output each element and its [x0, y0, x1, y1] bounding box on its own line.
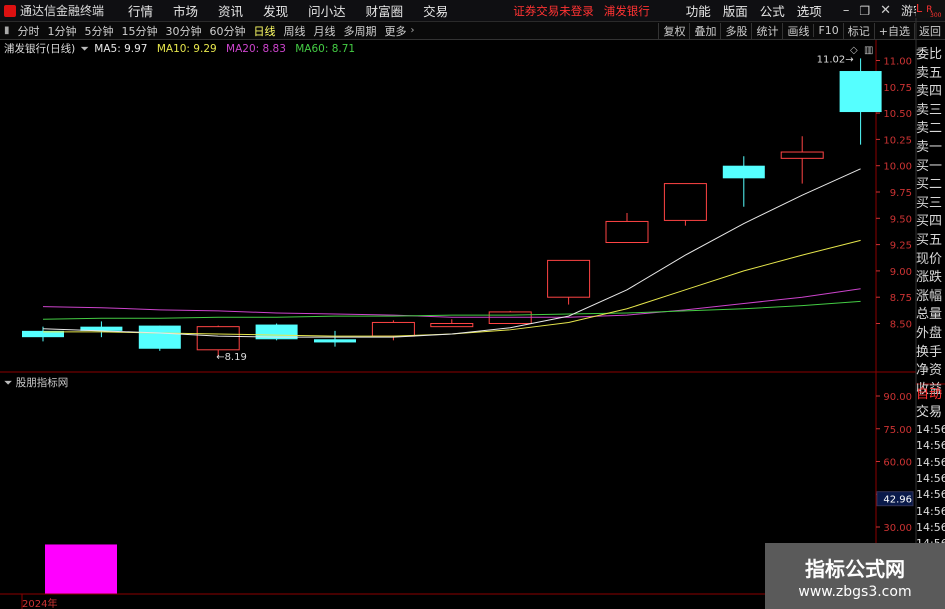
indicator-tick-label: 30.00: [883, 523, 912, 534]
watermark-url: www.zbgs3.com: [798, 584, 912, 600]
price-tick-label: 10.25: [883, 135, 912, 146]
sidebar-label-15: 外盘: [916, 325, 943, 341]
candle-body-up: [605, 220, 649, 243]
tick-time: 14:56: [916, 504, 945, 518]
candle-body-down: [722, 165, 765, 179]
x-axis-year-label: 2024年: [22, 597, 57, 609]
price-tick-label: 10.75: [883, 83, 912, 94]
corner-number: 300: [930, 12, 942, 19]
options-icon: ▥: [864, 45, 873, 56]
sidebar-label-2: 卖四: [916, 84, 943, 100]
ma-legend: 浦发银行(日线) ⏷ MA5: 9.97 MA10: 9.29 MA20: 8.…: [4, 41, 355, 56]
sidebar-label-13: 涨幅: [916, 288, 943, 304]
tick-time: 14:56: [916, 423, 945, 436]
dropdown-icon[interactable]: ⏷: [81, 43, 89, 55]
auto-trade-panel[interactable]: 自动 交易: [916, 386, 945, 422]
current-value-label: 42.96: [883, 495, 912, 506]
ma5-label: MA5: 9.97: [94, 43, 148, 55]
auto-trade-label-1[interactable]: 交易: [916, 404, 945, 422]
watermark: 指标公式网 www.zbgs3.com: [765, 543, 945, 609]
sidebar-label-1: 卖五: [916, 65, 943, 81]
price-tick-label: 9.75: [890, 188, 912, 199]
tick-time: 14:56: [916, 471, 945, 485]
sidebar-label-7: 买二: [916, 177, 943, 193]
tick-time: 14:56: [916, 520, 945, 534]
candle-body-up: [371, 321, 415, 337]
stock-chart-title: 浦发银行(日线): [4, 43, 76, 55]
sidebar-label-12: 涨跌: [916, 270, 943, 286]
price-tick-label: 10.50: [883, 109, 912, 120]
indicator-name: 股朋指标网: [15, 377, 69, 389]
price-tick-label: 9.50: [890, 214, 912, 225]
sidebar-label-8: 买三: [916, 195, 943, 211]
candle-body-up: [663, 183, 707, 221]
candle-body-down: [839, 71, 882, 113]
sidebar-label-5: 卖一: [916, 139, 943, 155]
tick-time: 14:56: [916, 439, 945, 453]
tick-time: 14:56: [916, 455, 945, 469]
sidebar-label-4: 卖二: [916, 121, 943, 137]
ma60-label: MA60: 8.71: [295, 43, 356, 55]
ma5-line: [42, 168, 861, 338]
price-tick-label: 9.00: [890, 267, 912, 278]
trading-terminal: 通达信金融终端 行情 市场 资讯 发现 问小达 财富圈 交易 证券交易未登录 浦…: [0, 0, 945, 609]
sidebar-label-16: 换手: [916, 344, 943, 360]
candle-body-up: [430, 323, 474, 328]
auto-trade-label-0[interactable]: 自动: [916, 386, 945, 404]
candle-body-up: [196, 326, 240, 351]
sidebar-label-11: 现价: [916, 251, 943, 267]
low-annotation: ←8.19: [216, 352, 247, 363]
ma10-label: MA10: 9.29: [156, 43, 217, 55]
corner-l: L: [916, 2, 923, 15]
price-tick-label: 9.25: [890, 241, 912, 252]
ma20-label: MA20: 8.83: [226, 43, 286, 55]
price-tick-label: 11.00: [883, 57, 912, 68]
indicator-tick-label: 60.00: [883, 458, 912, 469]
sidebar-label-10: 买五: [916, 232, 943, 248]
kline-chart[interactable]: 11.00 10.75 10.50 10.25 10.00 9.75 9.50 9.25 9.0…: [0, 0, 945, 609]
price-tick-label: 8.50: [890, 320, 912, 331]
high-annotation: 11.02→: [817, 54, 854, 65]
candle-body-up: [547, 259, 591, 298]
indicator-bar: [45, 544, 117, 594]
sidebar-label-3: 卖三: [916, 102, 943, 118]
ma20-line: [42, 288, 861, 318]
indicator-tick-label: 75.00: [883, 425, 912, 436]
tick-time: 14:56: [916, 488, 945, 502]
dropdown-icon[interactable]: ⏷: [4, 377, 12, 389]
quote-sidebar: 委比 卖五 卖四 卖三 卖二 卖一 买一 买二 买三 买四 买五 现价 涨跌 涨幅 总量 外盘 换手 净资 收益: [916, 46, 945, 399]
candle-body-down: [314, 339, 356, 343]
price-tick-label: 8.75: [890, 293, 912, 304]
indicator-title: ⏷ 股朋指标网: [4, 375, 68, 390]
sidebar-label-14: 总量: [916, 307, 943, 323]
candle-body-up: [780, 151, 824, 159]
sidebar-label-0: 委比: [916, 47, 943, 62]
indicator-tick-label: 90.00: [883, 392, 912, 403]
candle-body-down: [138, 325, 181, 349]
price-tick-label: 10.00: [883, 162, 912, 173]
diamond-icon: ◇: [850, 45, 858, 56]
sidebar-label-9: 买四: [916, 214, 943, 230]
sidebar-label-6: 买一: [916, 158, 943, 174]
sidebar-label-17: 净资: [916, 363, 943, 379]
watermark-title: 指标公式网: [805, 557, 905, 581]
candle-body-up: [488, 311, 532, 325]
